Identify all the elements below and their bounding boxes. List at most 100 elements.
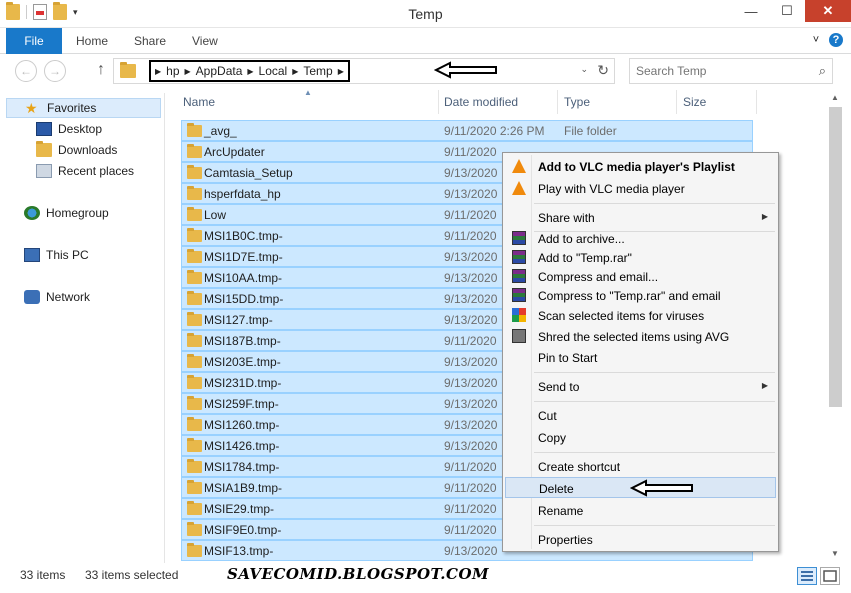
expand-ribbon-icon[interactable]: ˅: [809, 33, 823, 47]
column-header-name[interactable]: Name: [183, 95, 215, 117]
file-name: MSI231D.tmp-: [204, 376, 282, 390]
scroll-down-icon[interactable]: ▼: [831, 549, 839, 558]
column-header-type[interactable]: Type: [564, 95, 590, 117]
ribbon-controls: ˅ ?: [809, 33, 843, 47]
file-name: MSI259F.tmp-: [204, 397, 279, 411]
menu-item-add-to-rar[interactable]: Add to "Temp.rar": [505, 247, 776, 268]
column-divider[interactable]: [756, 90, 757, 114]
tab-share[interactable]: Share: [134, 28, 166, 54]
menu-item-send-to[interactable]: Send to ▶: [505, 376, 776, 397]
breadcrumb-local[interactable]: Local: [254, 64, 293, 78]
menu-item-copy[interactable]: Copy: [505, 427, 776, 448]
forward-button[interactable]: →: [44, 60, 66, 82]
ribbon: File Home Share View ˅ ?: [0, 28, 851, 54]
folder-icon: [187, 207, 202, 221]
winrar-icon: [512, 269, 526, 283]
menu-item-compress-email[interactable]: Compress and email...: [505, 266, 776, 287]
breadcrumb: ▶ hp ▶ AppData ▶ Local ▶ Temp ▶: [149, 60, 350, 82]
file-date: 9/13/2020: [444, 418, 498, 432]
file-date: 9/13/2020: [444, 271, 498, 285]
menu-item-add-vlc-playlist[interactable]: Add to VLC media player's Playlist: [505, 156, 776, 177]
menu-item-shred-avg[interactable]: Shred the selected items using AVG: [505, 326, 776, 347]
sidebar-item-desktop[interactable]: Desktop: [36, 119, 102, 139]
navigation-pane: ★ Favorites Desktop Downloads Recent pla…: [0, 93, 165, 563]
tab-file[interactable]: File: [6, 28, 62, 54]
scrollbar-thumb[interactable]: [829, 107, 842, 407]
sidebar-item-downloads[interactable]: Downloads: [36, 140, 117, 160]
folder-icon: [187, 480, 202, 494]
search-input[interactable]: [636, 60, 806, 82]
refresh-icon[interactable]: ↻: [597, 62, 609, 79]
column-divider[interactable]: [438, 90, 439, 114]
sidebar-item-this-pc[interactable]: This PC: [24, 245, 89, 265]
menu-item-cut[interactable]: Cut: [505, 405, 776, 426]
search-icon[interactable]: ⌕: [819, 63, 826, 79]
annotation-arrow-icon: [630, 479, 693, 497]
file-date: 9/13/2020: [444, 250, 498, 264]
menu-item-rename[interactable]: Rename: [505, 500, 776, 521]
sidebar-item-label: Network: [46, 290, 91, 304]
help-icon[interactable]: ?: [829, 33, 843, 47]
chevron-right-icon[interactable]: ▶: [338, 67, 344, 76]
tab-home[interactable]: Home: [76, 28, 108, 54]
file-name: MSIF9E0.tmp-: [204, 523, 282, 537]
file-name: MSI127.tmp-: [204, 313, 273, 327]
sidebar-item-homegroup[interactable]: Homegroup: [24, 203, 109, 223]
chevron-down-icon[interactable]: ⌄: [580, 64, 588, 75]
menu-item-share-with[interactable]: Share with ▶: [505, 207, 776, 228]
minimize-button[interactable]: —: [733, 0, 769, 22]
shredder-icon: [512, 329, 526, 343]
details-view-button[interactable]: [797, 567, 817, 585]
file-date: 9/13/2020: [444, 355, 498, 369]
menu-item-pin-start[interactable]: Pin to Start: [505, 347, 776, 368]
menu-item-create-shortcut[interactable]: Create shortcut: [505, 456, 776, 477]
sidebar-item-network[interactable]: Network: [24, 287, 90, 307]
back-button[interactable]: ←: [15, 60, 37, 82]
scroll-up-icon[interactable]: ▲: [831, 93, 839, 102]
sidebar-item-favorites[interactable]: ★ Favorites: [6, 98, 161, 118]
window-title: Temp: [408, 6, 443, 22]
column-divider[interactable]: [676, 90, 677, 114]
file-name: hsperfdata_hp: [204, 187, 281, 201]
folder-icon: [187, 396, 202, 410]
tab-view[interactable]: View: [192, 28, 218, 54]
homegroup-icon: [24, 206, 40, 220]
breadcrumb-hp[interactable]: hp: [161, 64, 184, 78]
maximize-button[interactable]: ☐: [769, 0, 805, 22]
menu-item-properties[interactable]: Properties: [505, 529, 776, 550]
file-name: MSI1784.tmp-: [204, 460, 280, 474]
address-bar[interactable]: ▶ hp ▶ AppData ▶ Local ▶ Temp ▶ ⌄ ↻: [113, 58, 615, 84]
up-button[interactable]: ↑: [93, 61, 109, 79]
file-name: MSIE29.tmp-: [204, 502, 275, 516]
folder-icon: [187, 186, 202, 200]
details-view-icon: [801, 571, 813, 581]
file-name: MSI15DD.tmp-: [204, 292, 284, 306]
search-box[interactable]: ⌕: [629, 58, 833, 84]
file-date: 9/13/2020: [444, 376, 498, 390]
file-name: MSI10AA.tmp-: [204, 271, 283, 285]
folder-icon: [187, 417, 202, 431]
file-name: Camtasia_Setup: [204, 166, 293, 180]
breadcrumb-temp[interactable]: Temp: [298, 64, 337, 78]
column-header-date[interactable]: Date modified: [444, 95, 518, 117]
table-row[interactable]: _avg_ 9/11/2020 2:26 PM File folder: [181, 120, 753, 141]
close-button[interactable]: ✕: [805, 0, 851, 22]
desktop-icon: [36, 122, 52, 136]
folder-icon: [187, 144, 202, 158]
menu-item-compress-rar-email[interactable]: Compress to "Temp.rar" and email: [505, 285, 776, 306]
menu-item-add-to-archive[interactable]: Add to archive...: [505, 228, 776, 249]
sidebar-item-recent-places[interactable]: Recent places: [36, 161, 134, 181]
large-icons-view-button[interactable]: [820, 567, 840, 585]
folder-icon: [187, 123, 202, 137]
winrar-icon: [512, 250, 526, 264]
vertical-scrollbar[interactable]: ▲ ▼: [827, 87, 844, 563]
file-name: ArcUpdater: [204, 145, 265, 159]
column-divider[interactable]: [557, 90, 558, 114]
menu-item-scan-viruses[interactable]: Scan selected items for viruses: [505, 305, 776, 326]
large-icons-view-icon: [823, 570, 837, 582]
menu-item-play-vlc[interactable]: Play with VLC media player: [505, 178, 776, 199]
folder-icon: [187, 501, 202, 515]
menu-item-delete[interactable]: Delete: [505, 477, 776, 498]
column-header-size[interactable]: Size: [683, 95, 706, 117]
breadcrumb-appdata[interactable]: AppData: [191, 64, 248, 78]
